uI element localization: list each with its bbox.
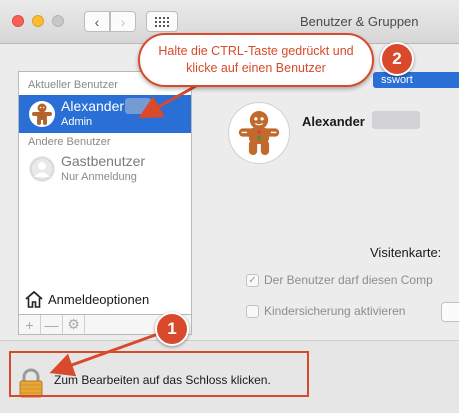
current-user-name: Alexander [61,98,125,114]
house-icon [25,291,43,308]
allow-admin-checkbox-row[interactable]: ✓ Der Benutzer darf diesen Comp [246,273,433,287]
instruction-callout: Halte die CTRL-Taste gedrückt und klicke… [138,33,374,87]
instruction-line-2: klicke auf einen Benutzer [186,61,326,75]
minimize-window-button[interactable] [32,15,44,27]
parental-controls-label: Kindersicherung aktivieren [264,304,406,318]
contact-card-label: Visitenkarte: [370,245,442,260]
grid-icon [155,16,169,27]
redacted-surname [372,111,420,129]
allow-admin-label: Der Benutzer darf diesen Comp [264,273,433,287]
login-options-label: Anmeldeoptionen [48,292,150,307]
zoom-window-button[interactable] [52,15,64,27]
user-row-alexander[interactable]: Alexander Admin [19,95,191,133]
back-icon: ‹ [94,13,100,30]
current-user-role: Admin [61,116,93,128]
user-row-guest[interactable]: Gastbenutzer Nur Anmeldung [19,150,191,188]
selected-user-name: Alexander [302,114,365,129]
back-button[interactable]: ‹ [84,11,110,32]
window-title: Benutzer & Gruppen [300,14,419,29]
open-parental-controls-button[interactable] [441,302,459,322]
forward-icon: › [120,13,126,30]
redacted-surname [125,98,151,114]
guest-avatar-icon [29,156,55,182]
instruction-line-1: Halte die CTRL-Taste gedrückt und [158,44,354,58]
forward-button[interactable]: › [110,11,136,32]
guest-user-role: Nur Anmeldung [61,171,137,183]
add-user-button[interactable]: + [19,315,41,334]
parental-controls-checkbox[interactable] [246,304,259,318]
user-picture[interactable] [228,102,290,164]
guest-user-name: Gastbenutzer [61,153,146,169]
other-users-section-label: Andere Benutzer [28,136,111,148]
allow-admin-checkbox[interactable]: ✓ [246,273,259,287]
gingerbread-avatar-icon [238,111,280,155]
user-list: Aktueller Benutzer Alexander Admin Ander… [18,71,192,315]
lock-highlight-box [9,351,309,397]
remove-user-button[interactable]: — [41,315,63,334]
users-groups-window: ‹ › Benutzer & Gruppen Aktueller Benutze… [0,0,459,413]
step-badge-2: 2 [380,42,414,76]
step-badge-1: 1 [155,312,189,346]
current-user-section-label: Aktueller Benutzer [28,79,118,91]
gingerbread-avatar-icon [29,101,55,127]
show-all-button[interactable] [146,11,178,32]
close-window-button[interactable] [12,15,24,27]
checkmark-icon: ✓ [248,274,257,286]
login-options-item[interactable]: Anmeldeoptionen [25,291,149,308]
tab-password[interactable]: sswort [373,72,459,88]
gear-icon[interactable]: ⚙ [63,315,85,334]
parental-controls-checkbox-row[interactable]: Kindersicherung aktivieren [246,304,405,318]
